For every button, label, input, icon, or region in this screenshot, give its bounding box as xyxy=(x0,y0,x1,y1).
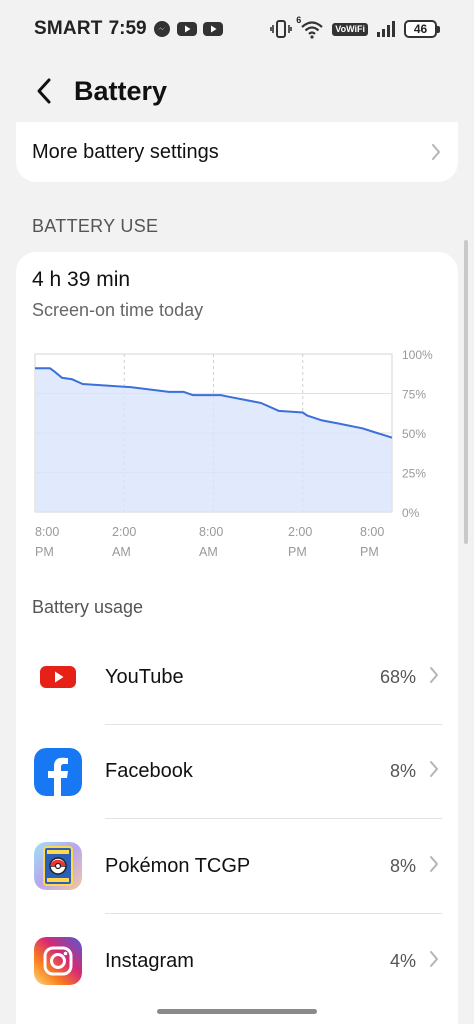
chevron-left-icon xyxy=(37,78,51,104)
signal-icon xyxy=(376,20,396,38)
scrollbar[interactable] xyxy=(464,240,468,544)
app-name: Pokémon TCGP xyxy=(105,854,251,877)
chart-y-tick-label: 75% xyxy=(402,388,426,402)
youtube-status-icon-2 xyxy=(202,21,223,37)
youtube-status-icon xyxy=(176,21,197,37)
app-usage-row[interactable]: Instagram 4% xyxy=(16,914,458,1008)
chart-x-tick-label: 2:00 xyxy=(112,525,136,539)
chart-y-tick-label: 25% xyxy=(402,467,426,481)
more-battery-settings-row[interactable]: More battery settings xyxy=(16,122,458,182)
app-percent: 68% xyxy=(379,666,416,687)
wifi-icon: 6 xyxy=(296,15,324,39)
battery-usage-title: Battery usage xyxy=(32,597,144,617)
app-header: Battery xyxy=(0,58,474,124)
back-button[interactable] xyxy=(34,71,62,111)
screen-on-time-value: 4 h 39 min xyxy=(32,268,131,291)
chart-y-tick-label: 50% xyxy=(402,427,426,441)
app-percent: 8% xyxy=(389,761,416,782)
chart-x-tick-label: PM xyxy=(360,545,379,559)
chevron-right-icon xyxy=(428,759,440,784)
chevron-right-icon xyxy=(432,144,440,160)
battery-use-card: 4 h 39 min Screen-on time today 100% 75% 5… xyxy=(16,252,458,1024)
battery-use-section-title: BATTERY USE xyxy=(32,216,159,236)
chart-x-tick-label: AM xyxy=(199,545,218,559)
battery-level-text: 46 xyxy=(404,20,437,38)
battery-level-chart[interactable]: 100% 75% 50% 25% 0% 8:00 PM 2:00 AM 8:00 AM 2:00 PM 8… xyxy=(32,344,452,574)
app-percent: 4% xyxy=(389,950,416,971)
status-bar: SMART 7:59 6 VoWiFi 46 xyxy=(0,0,474,58)
chart-y-tick-label: 0% xyxy=(402,506,420,520)
page-title: Battery xyxy=(74,75,168,106)
chevron-right-icon xyxy=(428,854,440,879)
chevron-right-icon xyxy=(428,665,440,690)
youtube-icon xyxy=(34,653,82,701)
app-percent: 8% xyxy=(389,855,416,876)
app-usage-row[interactable]: Pokémon TCGP 8% xyxy=(16,819,458,913)
battery-tip xyxy=(437,25,440,33)
screen-on-time-label: Screen-on time today xyxy=(32,300,204,320)
carrier-label: SMART xyxy=(34,18,103,39)
app-name: YouTube xyxy=(105,665,184,688)
chart-x-tick-label: 2:00 xyxy=(288,525,312,539)
vowifi-badge: VoWiFi xyxy=(332,22,368,36)
battery-indicator-icon: 46 xyxy=(404,20,440,38)
chart-x-tick-label: 8:00 xyxy=(360,525,384,539)
messenger-icon xyxy=(153,20,171,38)
app-name: Instagram xyxy=(105,949,194,972)
app-usage-row[interactable]: Facebook 8% xyxy=(16,725,458,819)
chart-x-tick-label: 8:00 xyxy=(199,525,223,539)
clock: 7:59 xyxy=(108,18,147,39)
more-battery-settings-label: More battery settings xyxy=(32,140,219,163)
chart-y-tick-label: 100% xyxy=(402,348,433,362)
pokemon-tcgp-icon xyxy=(34,842,82,891)
chevron-right-icon xyxy=(428,949,440,974)
chart-x-tick-label: 8:00 xyxy=(35,525,59,539)
vibrate-icon xyxy=(270,19,293,39)
status-left: SMART 7:59 xyxy=(34,18,223,40)
facebook-icon xyxy=(34,747,82,796)
status-right: 6 VoWiFi 46 xyxy=(270,15,440,39)
wifi-6-badge: 6 xyxy=(296,15,302,25)
chart-x-tick-label: PM xyxy=(288,545,307,559)
chart-x-tick-label: AM xyxy=(112,545,131,559)
chart-x-tick-label: PM xyxy=(35,545,54,559)
app-name: Facebook xyxy=(105,760,193,783)
app-usage-row[interactable]: YouTube 68% xyxy=(16,630,458,724)
instagram-icon xyxy=(34,937,82,986)
home-indicator[interactable] xyxy=(157,1009,317,1014)
